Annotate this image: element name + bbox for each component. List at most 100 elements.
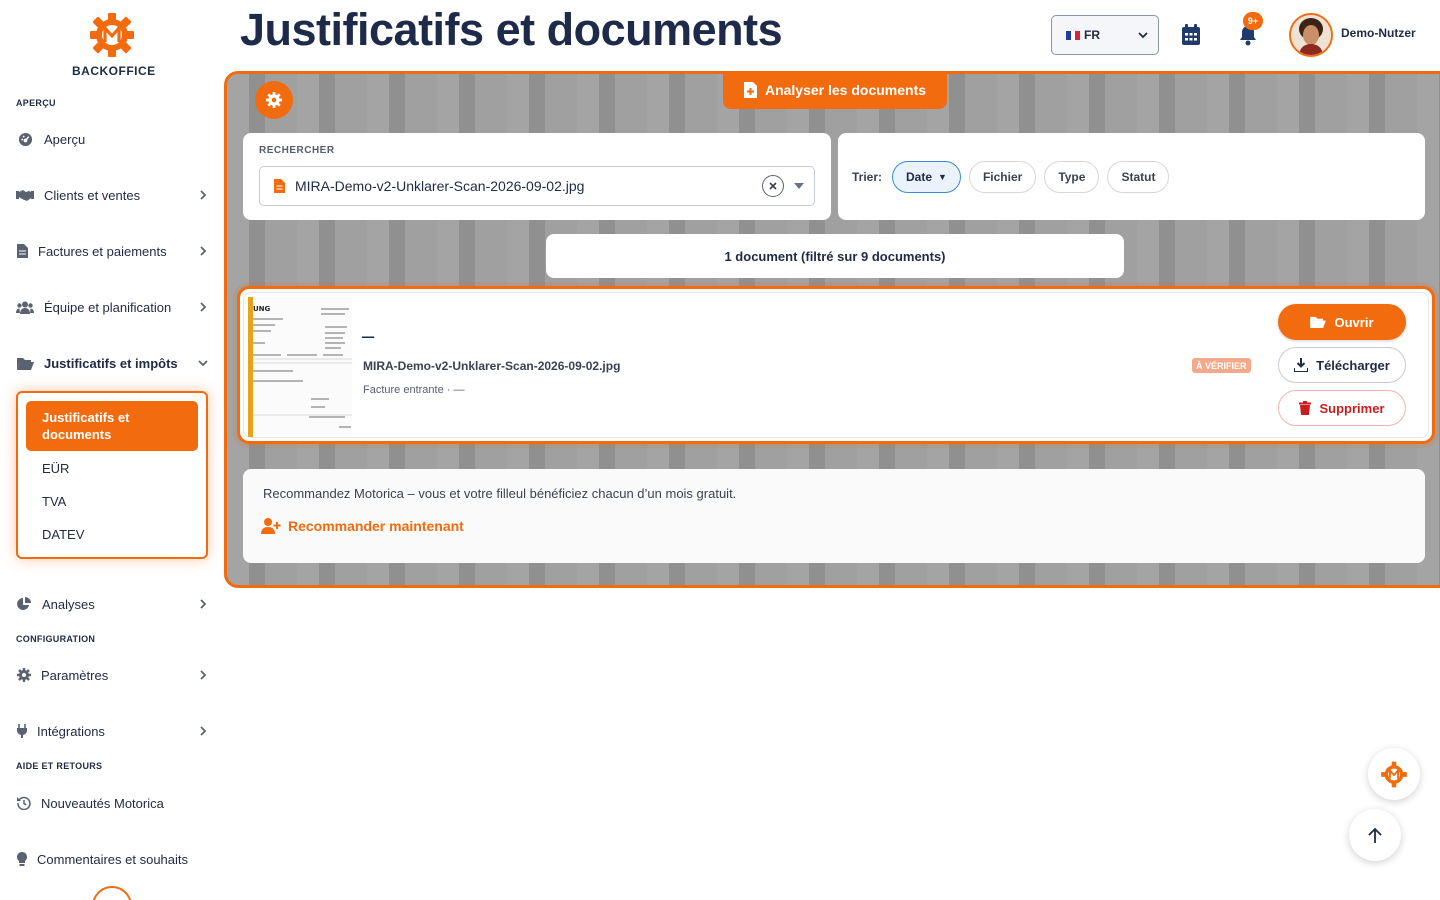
search-card: RECHERCHER MIRA-Demo-v2-Unklarer-Scan-20… [243,133,831,220]
open-label: Ouvrir [1334,314,1374,330]
document-card-inner: UNG – MIRA-Demo-v2-Unklarer-Scan-2026-09… [243,292,1429,438]
download-icon [1294,358,1309,372]
search-input[interactable]: MIRA-Demo-v2-Unklarer-Scan-2026-09-02.jp… [259,166,815,206]
sidebar-item-integrations[interactable]: Intégrations [16,719,208,743]
submenu-item-receipts-documents[interactable]: Justificatifs et documents [26,401,198,451]
submenu-item-eur[interactable]: EÜR [42,461,69,476]
sidebar-item-label: Équipe et planification [44,299,172,315]
motorica-logo-icon [1381,761,1407,787]
sidebar-item-label: Intégrations [37,723,105,739]
plug-icon [16,723,27,739]
sort-chip-status[interactable]: Statut [1107,160,1170,193]
open-button[interactable]: Ouvrir [1278,304,1406,340]
sidebar-item-label: Factures et paiements [38,243,167,259]
sort-chip-label: Date [906,169,933,184]
sidebar-item-settings[interactable]: Paramètres [16,663,208,687]
referral-card: Recommandez Motorica – vous et votre fil… [243,469,1425,563]
sidebar-item-invoices[interactable]: Factures et paiements [16,239,208,263]
referral-text: Recommandez Motorica – vous et votre fil… [263,486,737,501]
document-filename[interactable]: MIRA-Demo-v2-Unklarer-Scan-2026-09-02.jp… [363,359,620,373]
sidebar-item-team[interactable]: Équipe et planification [16,295,208,319]
document-meta: Facture entrante · — [363,384,465,396]
submenu-item-tva[interactable]: TVA [42,494,66,509]
analyze-documents-button[interactable]: Analyser les documents [723,71,947,109]
settings-button[interactable] [255,81,293,119]
chevron-right-icon [200,302,207,312]
chevron-right-icon [200,726,207,736]
section-config-label: CONFIGURATION [16,634,96,644]
calendar-icon[interactable] [1181,24,1201,46]
sidebar-item-receipts-taxes[interactable]: Justificatifs et impôts [16,351,208,375]
sidebar-item-label: Aperçu [44,131,86,147]
user-photo-icon [1291,15,1331,55]
france-flag-icon [1066,30,1081,40]
section-help-label: AIDE ET RETOURS [16,761,103,771]
caret-down-icon: ▼ [938,171,947,182]
brand-logo[interactable]: BACKOFFICE [72,12,156,78]
sidebar-item-news[interactable]: Nouveautés Motorica [16,791,208,815]
pie-chart-icon [16,596,32,612]
chevron-down-icon [1138,32,1148,39]
gear-icon [266,92,282,108]
folder-open-icon [16,355,34,371]
sidebar-bottom-avatar[interactable] [92,886,132,900]
chevron-right-icon [200,190,207,200]
dashboard-icon [16,131,34,147]
invoice-icon [16,243,28,259]
chevron-right-icon [200,246,207,256]
status-badge: À VÉRIFIER [1192,358,1251,373]
page-title: Justificatifs et documents [240,4,783,55]
svg-text:UNG: UNG [253,305,271,313]
document-thumbnail[interactable]: UNG [248,297,352,437]
sidebar-item-clients-sales[interactable]: Clients et ventes [16,183,208,207]
search-value: MIRA-Demo-v2-Unklarer-Scan-2026-09-02.jp… [295,178,585,194]
scroll-top-button[interactable] [1349,809,1401,861]
file-plus-icon [743,82,757,98]
sort-card: Trier: Date ▼ Fichier Type Statut [838,133,1425,220]
sidebar-item-label: Paramètres [41,667,109,683]
refer-now-link[interactable]: Recommander maintenant [261,518,464,534]
handshake-icon [16,187,34,203]
gear-icon [16,667,31,683]
delete-button[interactable]: Supprimer [1278,390,1406,426]
language-value: FR [1084,28,1100,42]
download-button[interactable]: Télécharger [1278,347,1406,383]
history-icon [16,795,31,811]
delete-label: Supprimer [1319,400,1385,416]
sidebar-item-overview[interactable]: Aperçu [16,127,208,151]
sidebar-item-label: Commentaires et souhaits [37,851,189,867]
user-name[interactable]: Demo-Nutzer [1341,26,1416,40]
submenu-item-datev[interactable]: DATEV [42,527,84,542]
language-select[interactable]: FR [1051,15,1159,55]
chevron-down-icon [198,360,208,367]
chevron-right-icon [200,670,207,680]
caret-down-icon[interactable] [794,183,804,189]
arrow-up-icon [1368,827,1382,843]
sort-label: Trier: [852,169,883,184]
brand-name: BACKOFFICE [72,64,156,78]
sort-chip-file[interactable]: Fichier [968,160,1037,193]
download-label: Télécharger [1316,357,1390,373]
result-count: 1 document (filtré sur 9 documents) [546,234,1124,278]
motorica-logo-icon [90,13,134,57]
sort-chip-type[interactable]: Type [1044,160,1100,193]
sidebar-item-label: Nouveautés Motorica [41,795,164,811]
refer-now-label: Recommander maintenant [288,518,464,534]
avatar[interactable] [1289,13,1333,57]
section-overview-label: APERÇU [16,98,56,108]
analyze-documents-label: Analyser les documents [764,82,927,98]
folder-open-icon [1310,316,1327,328]
sidebar: BACKOFFICE APERÇU Aperçu Clients et vent… [0,0,224,900]
notification-badge: 9+ [1243,12,1263,30]
sidebar-item-feedback[interactable]: Commentaires et souhaits [16,847,208,871]
sort-chip-date[interactable]: Date ▼ [892,160,961,193]
close-icon [769,182,777,190]
submenu-receipts: Justificatifs et documents EÜR TVA DATEV [16,391,208,559]
documents-panel: Analyser les documents RECHERCHER MIRA-D… [224,71,1440,588]
document-card[interactable]: UNG – MIRA-Demo-v2-Unklarer-Scan-2026-09… [237,286,1435,444]
sidebar-item-analyses[interactable]: Analyses [16,592,208,616]
motorica-assistant-button[interactable] [1368,748,1420,800]
team-icon [16,299,34,315]
sidebar-item-label: Analyses [42,596,95,612]
clear-search-button[interactable] [762,175,784,197]
